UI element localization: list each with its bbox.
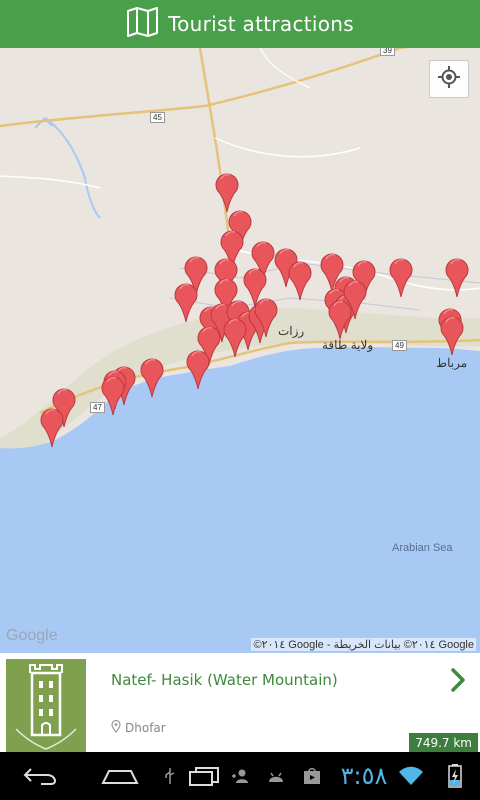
location-label: Dhofar bbox=[125, 721, 166, 735]
map-marker-pin[interactable] bbox=[101, 374, 125, 416]
map-marker-pin[interactable] bbox=[186, 348, 210, 390]
location-pin-icon bbox=[111, 719, 121, 736]
attraction-thumbnail bbox=[6, 659, 86, 752]
page-title: Tourist attractions bbox=[168, 12, 354, 36]
chevron-right-icon[interactable] bbox=[448, 667, 468, 693]
town-label-3: مرباط bbox=[436, 356, 468, 370]
map-marker-pin[interactable] bbox=[40, 406, 64, 448]
map-marker-pin[interactable] bbox=[389, 256, 413, 298]
map-marker-pin[interactable] bbox=[254, 296, 278, 338]
map-marker-pin[interactable] bbox=[328, 298, 352, 340]
road-shield-39: 39 bbox=[380, 48, 395, 56]
app-header: Tourist attractions bbox=[0, 0, 480, 48]
status-clock: ٣:٥٨ bbox=[340, 762, 388, 790]
map-icon bbox=[126, 6, 160, 42]
town-label-1: رزات bbox=[278, 324, 305, 338]
attraction-card[interactable]: Natef- Hasik (Water Mountain) Dhofar 749… bbox=[0, 653, 480, 753]
map-marker-pin[interactable] bbox=[174, 281, 198, 323]
map-marker-pin[interactable] bbox=[140, 356, 164, 398]
google-logo: Google bbox=[6, 627, 58, 644]
map-marker-pin[interactable] bbox=[440, 314, 464, 356]
road-shield-45: 45 bbox=[150, 112, 165, 123]
sea-label: Arabian Sea bbox=[392, 542, 453, 554]
home-icon[interactable] bbox=[96, 752, 144, 800]
map-marker-pin[interactable] bbox=[288, 259, 312, 301]
road-shield-49: 49 bbox=[392, 340, 407, 351]
distance-badge: 749.7 km bbox=[409, 733, 478, 753]
recent-apps-icon[interactable] bbox=[184, 752, 224, 800]
battery-charging-icon bbox=[440, 752, 470, 800]
attraction-name: Natef- Hasik (Water Mountain) bbox=[111, 671, 338, 689]
android-icon bbox=[264, 752, 288, 800]
town-label-2: ولاية طاقة bbox=[322, 338, 374, 352]
my-location-button[interactable] bbox=[429, 60, 469, 98]
map-view[interactable]: 45 39 47 49 رزات ولاية طاقة مرباط Arabia… bbox=[0, 48, 480, 653]
play-store-icon bbox=[300, 752, 324, 800]
system-navigation-bar: ٣:٥٨ bbox=[0, 752, 480, 800]
wifi-icon bbox=[396, 752, 426, 800]
map-marker-pin[interactable] bbox=[215, 171, 239, 213]
map-marker-pin[interactable] bbox=[223, 316, 247, 358]
attraction-location: Dhofar bbox=[111, 719, 166, 736]
add-contact-icon bbox=[228, 752, 252, 800]
back-icon[interactable] bbox=[18, 752, 62, 800]
usb-icon bbox=[160, 752, 180, 800]
map-marker-pin[interactable] bbox=[445, 256, 469, 298]
map-attribution: ©٢٠١٤ Google - ٢٠١٤© بيانات الخريطة Goog… bbox=[251, 638, 476, 651]
crosshair-icon bbox=[438, 66, 460, 92]
